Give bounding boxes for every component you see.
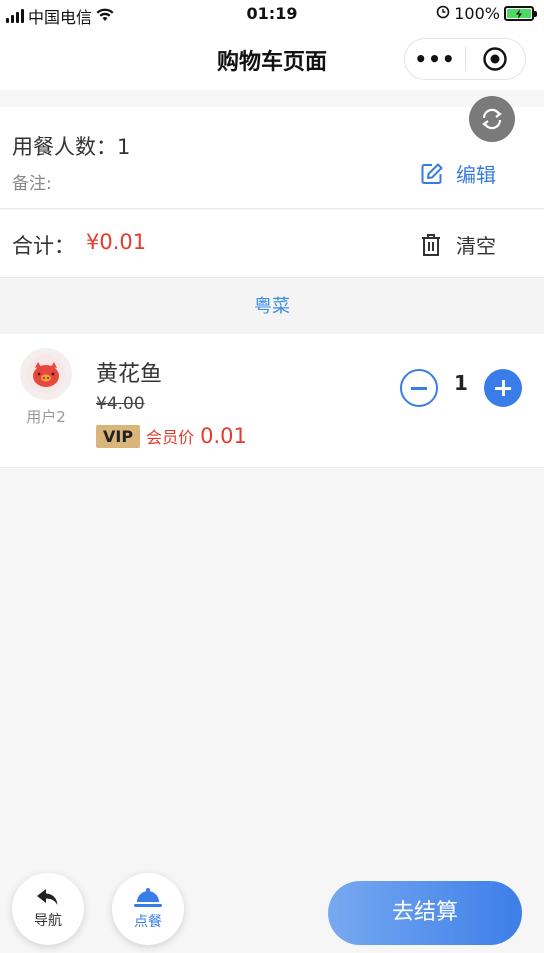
target-circle-icon <box>483 47 508 71</box>
original-price: ¥4.00 <box>96 394 145 414</box>
order-info-section: 用餐人数：1 备注: 编辑 <box>0 107 544 209</box>
quantity-stepper: 1 <box>400 369 522 407</box>
order-label: 点餐 <box>134 914 162 930</box>
total-value: ¥0.01 <box>86 230 147 254</box>
more-button[interactable]: ••• <box>405 47 465 71</box>
quantity-value: 1 <box>454 371 468 395</box>
edit-icon <box>421 163 443 184</box>
total-label: 合计： <box>12 234 75 258</box>
remark-label: 备注: <box>12 174 52 194</box>
user-block: 用户2 <box>19 348 73 427</box>
checkout-button[interactable]: 去结算 <box>328 881 522 945</box>
user-name: 用户2 <box>26 408 66 426</box>
category-header: 粤菜 <box>0 279 544 334</box>
edit-label: 编辑 <box>456 163 496 187</box>
clear-cart-button[interactable]: 清空 <box>420 230 496 259</box>
edit-button[interactable]: 编辑 <box>420 159 496 188</box>
status-bar: 中国电信 01:19 100% <box>0 0 544 30</box>
avatar <box>20 348 72 400</box>
nav-button[interactable]: 导航 <box>12 873 84 945</box>
refresh-button[interactable] <box>469 96 515 142</box>
clear-label: 清空 <box>456 234 496 258</box>
pig-avatar-icon <box>27 355 65 393</box>
cloche-icon <box>134 888 162 907</box>
diners-count: 1 <box>117 135 131 159</box>
vip-price-value: 0.01 <box>200 424 247 448</box>
trash-icon <box>422 233 440 256</box>
reply-arrow-icon <box>37 889 58 905</box>
cart-item: 用户2 黄花鱼 ¥4.00 VIP 会员价 0.01 1 <box>0 334 544 468</box>
miniapp-capsule: ••• <box>404 38 526 80</box>
vip-badge: VIP <box>96 424 141 448</box>
order-button[interactable]: 点餐 <box>112 873 184 945</box>
diners-row: 用餐人数：1 <box>12 131 130 161</box>
battery-icon <box>504 6 537 21</box>
vip-price-label: 会员价 <box>146 428 195 447</box>
status-right: 100% <box>436 4 537 23</box>
close-miniapp-button[interactable] <box>466 46 525 72</box>
refresh-icon <box>482 108 502 130</box>
increase-button[interactable] <box>484 369 522 407</box>
vip-price-row: VIP 会员价 0.01 <box>96 424 247 448</box>
diners-label: 用餐人数： <box>12 135 117 159</box>
alarm-icon <box>436 4 450 23</box>
dish-name: 黄花鱼 <box>96 362 163 387</box>
nav-label: 导航 <box>34 913 62 929</box>
minus-icon <box>411 386 427 390</box>
nav-bar: 购物车页面 ••• <box>0 30 544 90</box>
total-section: 合计： ¥0.01 清空 <box>0 210 544 278</box>
battery-percent: 100% <box>454 4 500 23</box>
decrease-button[interactable] <box>400 369 438 407</box>
